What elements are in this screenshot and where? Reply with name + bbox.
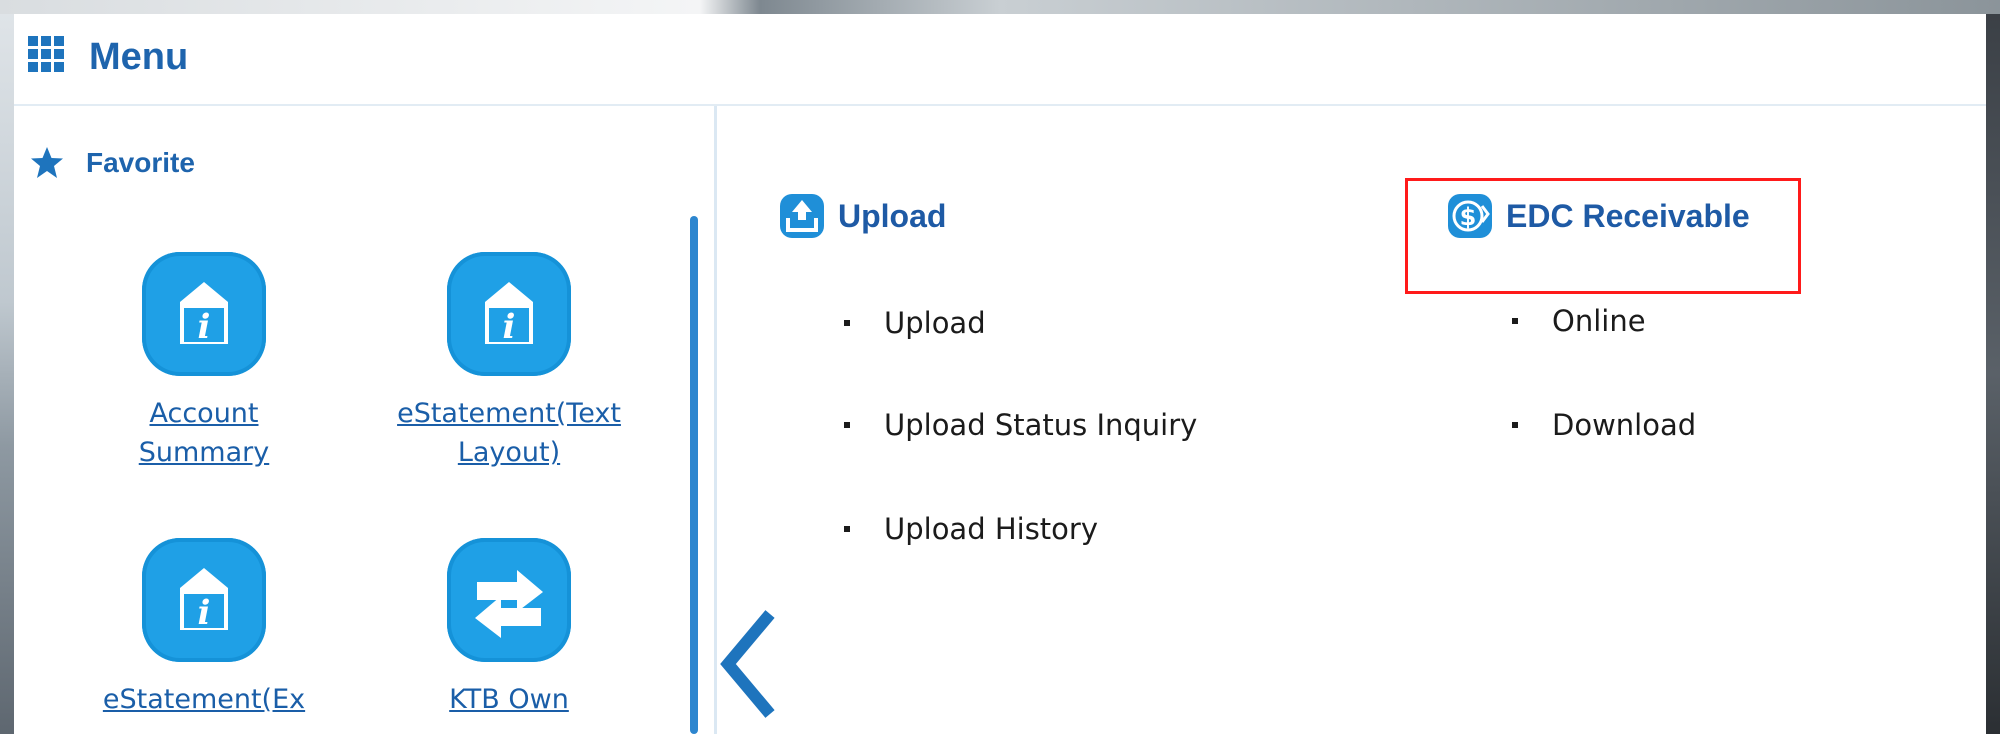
favorite-item-label[interactable]: KTB Own bbox=[389, 680, 629, 719]
link-label[interactable]: Upload History bbox=[884, 512, 1098, 546]
sidebar-scrollbar[interactable] bbox=[690, 216, 698, 734]
link-label[interactable]: Upload bbox=[884, 306, 986, 340]
star-icon bbox=[31, 147, 63, 178]
highlight-box bbox=[1405, 178, 1801, 294]
info-folder-icon: i bbox=[142, 538, 266, 662]
favorite-item-label[interactable]: eStatement(Text Layout) bbox=[394, 394, 624, 472]
grid-menu-icon[interactable] bbox=[28, 36, 64, 72]
svg-text:i: i bbox=[198, 307, 211, 347]
svg-text:i: i bbox=[198, 593, 211, 633]
background-strip-top bbox=[0, 0, 2000, 14]
transfer-arrows-icon bbox=[447, 538, 571, 662]
upload-section-header: Upload bbox=[780, 194, 946, 238]
favorite-item-estatement-text[interactable]: i eStatement(Text Layout) bbox=[389, 252, 629, 472]
link-upload[interactable]: Upload bbox=[844, 306, 986, 340]
background-strip-right bbox=[1986, 14, 2000, 734]
favorite-sidebar: Favorite i Account Summary i eStatement(… bbox=[14, 106, 717, 734]
upload-icon bbox=[780, 194, 824, 238]
menu-window: Menu Favorite i Account Summary i eState… bbox=[14, 14, 1986, 734]
bullet bbox=[1512, 318, 1518, 324]
favorite-header: Favorite bbox=[30, 146, 195, 180]
bullet bbox=[844, 422, 850, 428]
favorite-item-label[interactable]: Account Summary bbox=[134, 394, 274, 472]
favorite-item-estatement-excel[interactable]: i eStatement(Ex bbox=[84, 538, 324, 719]
menu-header: Menu bbox=[14, 14, 1986, 106]
link-online[interactable]: Online bbox=[1512, 304, 1646, 338]
favorite-item-account-summary[interactable]: i Account Summary bbox=[84, 252, 324, 472]
bullet bbox=[1512, 422, 1518, 428]
favorite-item-ktb-own[interactable]: KTB Own bbox=[389, 538, 629, 719]
bullet bbox=[844, 320, 850, 326]
link-label[interactable]: Download bbox=[1552, 408, 1696, 442]
favorite-item-label[interactable]: eStatement(Ex bbox=[84, 680, 324, 719]
bullet bbox=[844, 526, 850, 532]
upload-section-title: Upload bbox=[838, 197, 947, 234]
info-folder-icon: i bbox=[447, 252, 571, 376]
background-strip-left bbox=[0, 14, 14, 734]
favorite-label: Favorite bbox=[86, 147, 195, 178]
link-label[interactable]: Upload Status Inquiry bbox=[884, 408, 1197, 442]
info-folder-icon: i bbox=[142, 252, 266, 376]
svg-text:i: i bbox=[503, 307, 516, 347]
link-label[interactable]: Online bbox=[1552, 304, 1646, 338]
link-download[interactable]: Download bbox=[1512, 408, 1696, 442]
link-upload-history[interactable]: Upload History bbox=[844, 512, 1098, 546]
menu-title: Menu bbox=[89, 36, 189, 78]
link-upload-status-inquiry[interactable]: Upload Status Inquiry bbox=[844, 408, 1197, 442]
